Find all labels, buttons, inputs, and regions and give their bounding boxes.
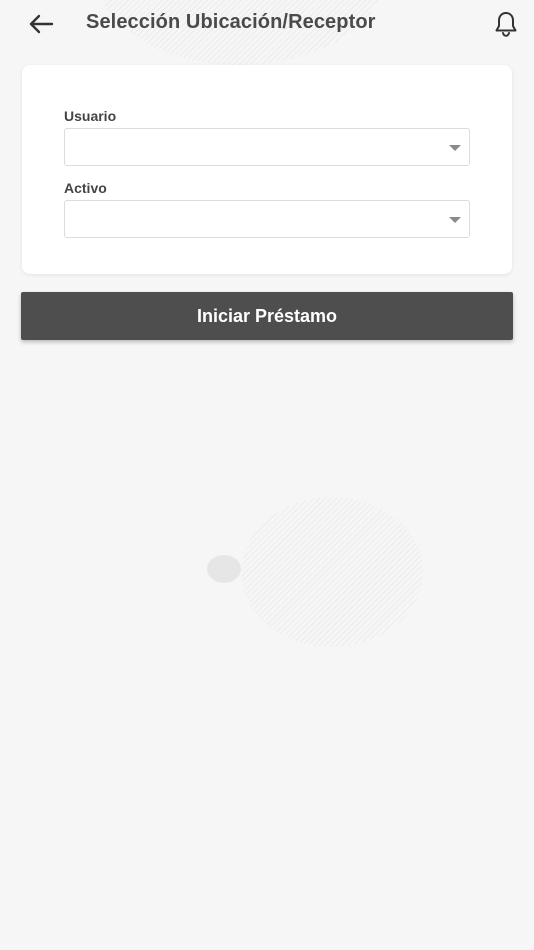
page-title: Selección Ubicación/Receptor bbox=[86, 11, 376, 33]
background-decoration-dot bbox=[207, 555, 241, 583]
usuario-select[interactable] bbox=[64, 128, 470, 166]
selection-card: Usuario Activo bbox=[22, 65, 512, 274]
chevron-down-icon bbox=[449, 217, 461, 223]
app-header: Selección Ubicación/Receptor bbox=[0, 0, 534, 48]
background-decoration-circle bbox=[241, 497, 423, 647]
activo-label: Activo bbox=[64, 180, 107, 196]
chevron-down-icon bbox=[449, 145, 461, 151]
activo-select[interactable] bbox=[64, 200, 470, 238]
bell-icon bbox=[495, 12, 517, 37]
arrow-left-icon bbox=[29, 14, 54, 34]
usuario-label: Usuario bbox=[64, 108, 117, 124]
start-loan-button[interactable]: Iniciar Préstamo bbox=[21, 292, 513, 340]
back-button[interactable] bbox=[26, 9, 56, 39]
notifications-button[interactable] bbox=[490, 8, 522, 40]
